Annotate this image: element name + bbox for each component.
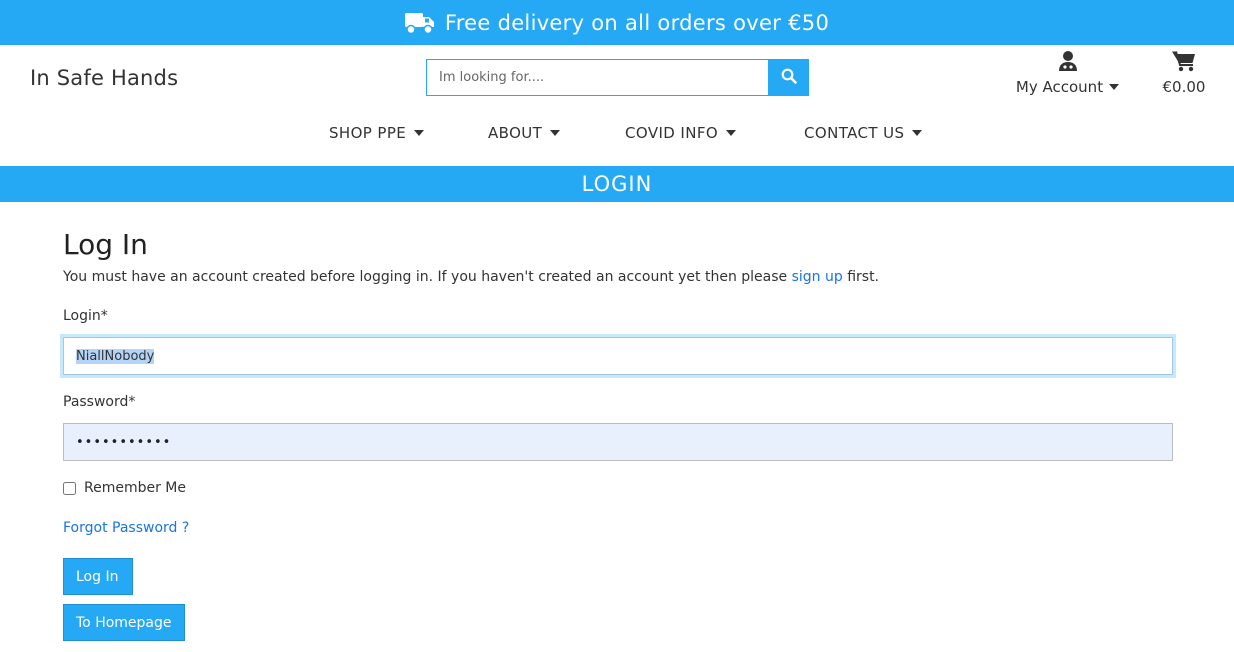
my-account-menu[interactable]: My Account	[1010, 50, 1125, 96]
cart-link[interactable]: €0.00	[1155, 50, 1213, 96]
truck-icon	[404, 11, 435, 35]
login-field[interactable]: NiallNobody	[63, 337, 1173, 375]
remember-me-row[interactable]: Remember Me	[63, 480, 186, 496]
forgot-password-link[interactable]: Forgot Password ?	[63, 520, 189, 536]
shopping-cart-icon	[1172, 50, 1196, 76]
main-navigation: SHOP PPE ABOUT COVID INFO CONTACT US	[0, 124, 1234, 148]
nav-item-label: ABOUT	[488, 124, 543, 142]
nav-item-shop-ppe[interactable]: SHOP PPE	[329, 124, 425, 142]
login-field-value: NiallNobody	[76, 348, 155, 364]
my-account-label: My Account	[1015, 78, 1120, 96]
search-input[interactable]	[426, 59, 768, 96]
nav-item-covid-info[interactable]: COVID INFO	[625, 124, 737, 142]
page-banner-title: LOGIN	[581, 172, 653, 196]
login-intro: You must have an account created before …	[63, 269, 1173, 285]
login-label: Login*	[63, 308, 108, 324]
to-homepage-button[interactable]: To Homepage	[63, 604, 185, 641]
intro-text-after: first.	[842, 269, 880, 285]
password-label: Password*	[63, 394, 136, 410]
nav-item-label: SHOP PPE	[329, 124, 407, 142]
promo-text: Free delivery on all orders over €50	[444, 10, 830, 35]
nav-item-contact-us[interactable]: CONTACT US	[804, 124, 923, 142]
nav-item-label: CONTACT US	[804, 124, 905, 142]
my-account-text: My Account	[1015, 78, 1104, 96]
page-banner: LOGIN	[0, 166, 1234, 202]
search-icon	[781, 68, 797, 87]
intro-text-before: You must have an account created before …	[63, 269, 792, 285]
chevron-down-icon	[912, 130, 923, 136]
nav-item-about[interactable]: ABOUT	[488, 124, 561, 142]
sign-up-link[interactable]: sign up	[792, 269, 843, 285]
chevron-down-icon	[1109, 84, 1120, 90]
search-bar	[426, 59, 809, 96]
remember-me-label: Remember Me	[84, 480, 186, 496]
password-field-value: •••••••••••	[76, 434, 172, 450]
site-logo-text[interactable]: In Safe Hands	[30, 66, 178, 90]
promo-bar: Free delivery on all orders over €50	[0, 0, 1234, 45]
user-doctor-icon	[1058, 50, 1078, 76]
search-button[interactable]	[768, 59, 809, 96]
nav-item-label: COVID INFO	[625, 124, 719, 142]
chevron-down-icon	[726, 130, 737, 136]
login-section: Log In You must have an account created …	[63, 228, 1173, 641]
chevron-down-icon	[414, 130, 425, 136]
page-title: Log In	[63, 228, 148, 261]
password-field[interactable]: •••••••••••	[63, 423, 1173, 461]
log-in-button[interactable]: Log In	[63, 558, 133, 595]
remember-me-checkbox[interactable]	[63, 481, 76, 495]
cart-total: €0.00	[1162, 78, 1206, 96]
chevron-down-icon	[550, 130, 561, 136]
